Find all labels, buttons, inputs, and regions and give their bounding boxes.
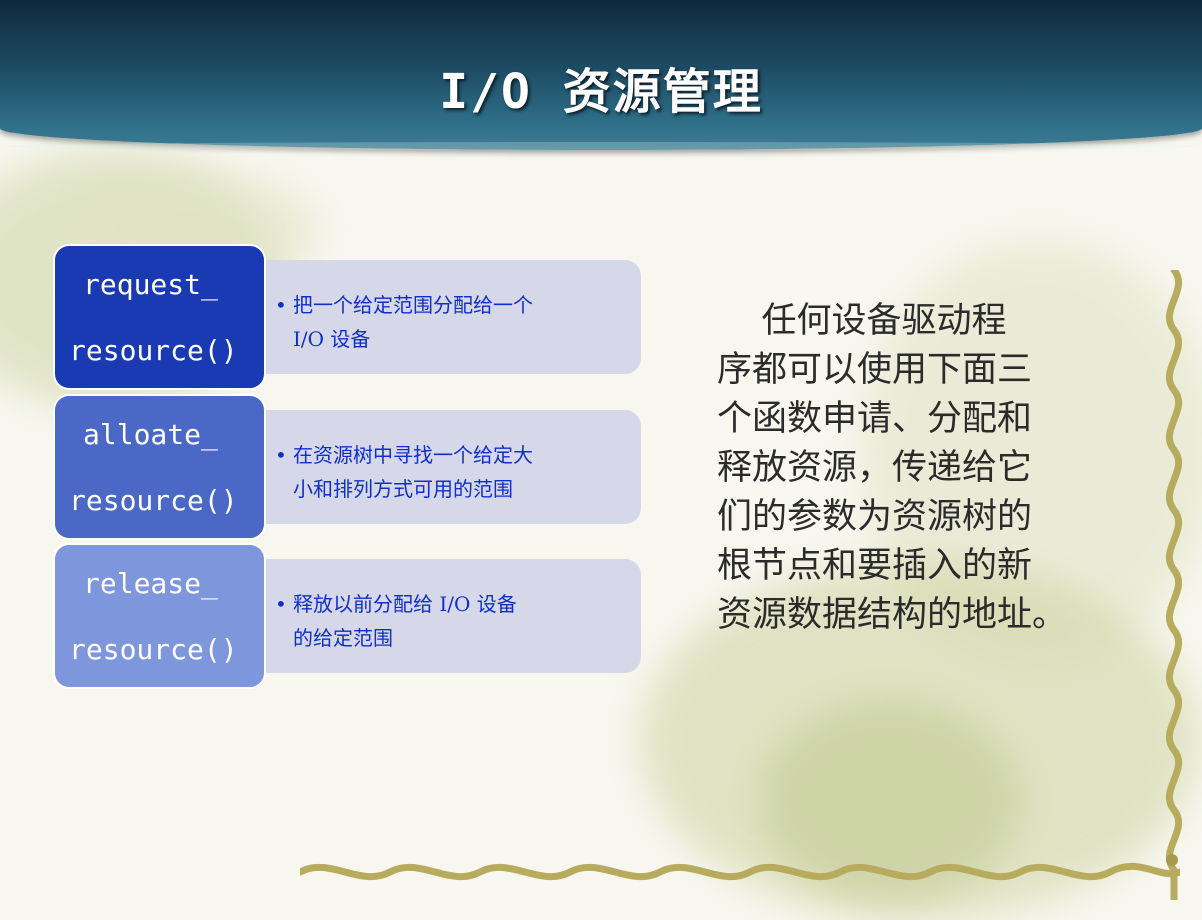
paragraph-line: 资源数据结构的地址。 <box>717 595 1068 635</box>
description-line: 在资源树中寻找一个给定大 <box>293 443 533 467</box>
function-name-line1: release_ <box>83 567 218 600</box>
paragraph-line: 根节点和要插入的新 <box>717 546 1033 586</box>
description-line: 小和排列方式可用的范围 <box>293 477 513 501</box>
bullet-icon: • <box>275 293 287 317</box>
description-line: I/O 设备 <box>293 327 371 351</box>
explanation-paragraph: 任何设备驱动程 序都可以使用下面三 个函数申请、分配和 释放资源，传递给它 们的… <box>717 297 1097 640</box>
function-description: • 把一个给定范围分配给一个 I/O 设备 <box>275 288 605 356</box>
paragraph-line: 个函数申请、分配和 <box>717 399 1033 439</box>
paragraph-line: 释放资源，传递给它 <box>717 448 1033 488</box>
bullet-icon: • <box>275 592 287 616</box>
description-line: 把一个给定范围分配给一个 <box>293 293 533 317</box>
description-line: 释放以前分配给 I/O 设备 <box>293 592 517 616</box>
function-description-box: • 把一个给定范围分配给一个 I/O 设备 <box>245 260 641 374</box>
function-name-line2: resource() <box>69 334 238 367</box>
paragraph-line: 任何设备驱动程 <box>717 301 1007 341</box>
vine-border-right-icon <box>1165 270 1183 900</box>
paragraph-line: 们的参数为资源树的 <box>717 497 1033 537</box>
function-description: • 释放以前分配给 I/O 设备 的给定范围 <box>275 587 605 655</box>
function-description-box: • 释放以前分配给 I/O 设备 的给定范围 <box>245 559 641 673</box>
description-line: 的给定范围 <box>293 626 393 650</box>
function-name-line2: resource() <box>69 484 238 517</box>
slide-header: I/O 资源管理 <box>0 0 1202 150</box>
function-name-box: request_ resource() <box>55 246 264 388</box>
function-row-release: • 释放以前分配给 I/O 设备 的给定范围 release_ resource… <box>55 545 641 687</box>
function-name-line1: alloate_ <box>83 418 218 451</box>
function-description-box: • 在资源树中寻找一个给定大 小和排列方式可用的范围 <box>245 410 641 524</box>
function-description: • 在资源树中寻找一个给定大 小和排列方式可用的范围 <box>275 438 605 506</box>
slide-title: I/O 资源管理 <box>439 64 763 120</box>
function-name-box: release_ resource() <box>55 545 264 687</box>
function-row-request: • 把一个给定范围分配给一个 I/O 设备 request_ resource(… <box>55 246 641 388</box>
function-name-line2: resource() <box>69 633 238 666</box>
paragraph-line: 序都可以使用下面三 <box>717 350 1033 390</box>
vine-border-bottom-icon <box>300 862 1180 881</box>
function-row-alloate: • 在资源树中寻找一个给定大 小和排列方式可用的范围 alloate_ reso… <box>55 396 641 538</box>
function-name-line1: request_ <box>83 268 218 301</box>
bullet-icon: • <box>275 443 287 467</box>
function-name-box: alloate_ resource() <box>55 396 264 538</box>
